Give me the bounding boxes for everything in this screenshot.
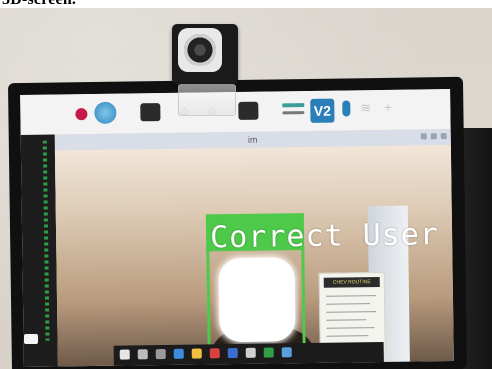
app-icon[interactable] (281, 347, 292, 358)
blurred-face (218, 257, 296, 343)
indicator-icon[interactable] (282, 103, 305, 108)
poster-text-line (326, 319, 367, 321)
side-panel (20, 134, 58, 367)
add-icon[interactable]: + (384, 100, 392, 115)
terminal-icon[interactable] (238, 101, 259, 120)
webcam-feed: CHEV ROUTINE Correct User (54, 145, 454, 367)
app-icon[interactable] (263, 347, 274, 358)
app-icon[interactable] (209, 348, 220, 359)
poster-text-line (326, 327, 375, 329)
minimize-icon[interactable] (420, 133, 427, 140)
monitor-sticker (24, 334, 38, 344)
poster-header: CHEV ROUTINE (323, 277, 380, 288)
close-icon[interactable] (440, 133, 447, 140)
edge-icon[interactable] (173, 348, 184, 359)
webcam-lens-icon (184, 34, 216, 66)
browser-globe-icon[interactable] (94, 101, 117, 124)
app-icon[interactable] (245, 347, 256, 358)
maximize-icon[interactable] (430, 133, 437, 140)
start-icon[interactable] (119, 349, 130, 360)
bluetooth-icon[interactable] (342, 100, 351, 117)
poster-text-line (325, 295, 376, 297)
task-view-icon[interactable] (155, 349, 166, 360)
poster-text-line (326, 335, 369, 337)
network-icon[interactable]: ≋ (360, 100, 371, 116)
poster-text-line (326, 311, 377, 313)
terminal-icon[interactable] (140, 103, 161, 122)
poster-text-line (326, 303, 371, 305)
app-icon[interactable] (227, 348, 238, 359)
raspberry-pi-icon[interactable] (75, 108, 88, 121)
vnc-icon[interactable]: V2 (310, 98, 335, 123)
window-title: im (247, 134, 258, 145)
bottom-taskbar (113, 341, 384, 366)
folder-icon[interactable] (191, 348, 202, 359)
recognition-label: Correct User (209, 217, 440, 256)
photo-scene: ⌂ ⌂ V2 ≋ + im CHEV ROUTINE (0, 8, 492, 369)
indicator-icon (282, 111, 305, 115)
monitor-screen: ⌂ ⌂ V2 ≋ + im CHEV ROUTINE (20, 89, 454, 367)
webcam-mount (178, 84, 236, 116)
search-icon[interactable] (137, 349, 148, 360)
